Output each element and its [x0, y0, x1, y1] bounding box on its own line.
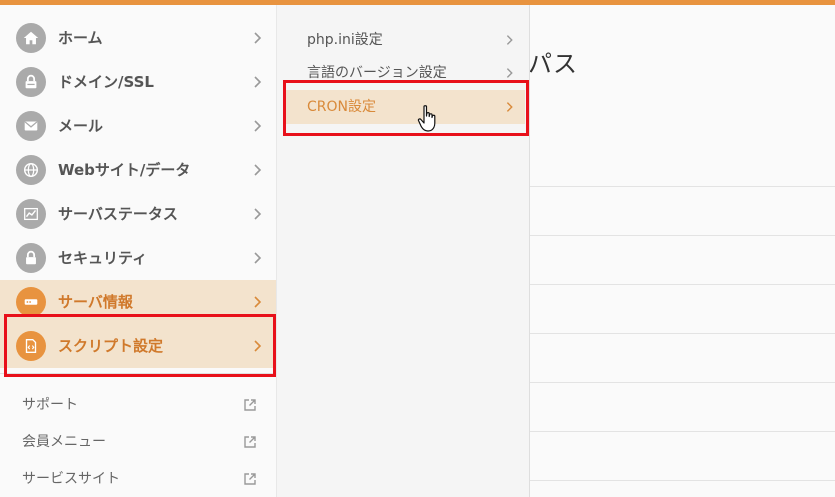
- chevron-right-icon: [254, 164, 262, 176]
- content-row-divider: [530, 333, 835, 334]
- sidebar-item-website-data[interactable]: Webサイト/データ: [0, 148, 276, 192]
- content-row-divider: [530, 431, 835, 432]
- submenu-panel: php.ini設定 言語のバージョン設定 CRON設定: [277, 5, 530, 497]
- hand-cursor-icon: [417, 105, 436, 132]
- content-row-divider: [530, 235, 835, 236]
- sidebar-divider: [0, 373, 276, 374]
- chevron-right-icon: [254, 32, 262, 44]
- content-row-divider: [530, 382, 835, 383]
- sidebar-link-service-site[interactable]: サービスサイト: [0, 461, 276, 497]
- sidebar-item-domain-ssl[interactable]: ドメイン/SSL: [0, 60, 276, 104]
- chevron-right-icon: [254, 340, 262, 352]
- sidebar-item-security[interactable]: セキュリティ: [0, 236, 276, 280]
- sidebar-link-label: 会員メニュー: [22, 434, 106, 450]
- content-row-divider: [530, 186, 835, 187]
- external-link-icon: [244, 473, 256, 485]
- submenu-item-label: 言語のバージョン設定: [307, 65, 447, 81]
- sidebar-item-label: ホーム: [58, 29, 103, 47]
- submenu-item-language-version[interactable]: 言語のバージョン設定: [285, 56, 525, 90]
- chart-icon: [16, 199, 46, 229]
- chevron-right-icon: [506, 68, 513, 78]
- submenu-item-label: CRON設定: [307, 99, 376, 115]
- external-link-icon: [244, 436, 256, 448]
- submenu-item-cron[interactable]: CRON設定: [285, 90, 525, 124]
- sidebar-item-script-settings[interactable]: スクリプト設定: [0, 324, 276, 368]
- chevron-right-icon: [254, 252, 262, 264]
- chevron-right-icon: [254, 208, 262, 220]
- sidebar-item-home[interactable]: ホーム: [0, 16, 276, 60]
- sidebar-item-label: Webサイト/データ: [58, 161, 191, 179]
- padlock-icon: [16, 243, 46, 273]
- chevron-right-icon: [506, 35, 513, 45]
- sidebar-link-support[interactable]: サポート: [0, 387, 276, 423]
- sidebar-item-label: サーバステータス: [58, 205, 178, 223]
- sidebar-item-label: ドメイン/SSL: [58, 73, 154, 91]
- page-title-fragment: パス: [528, 50, 578, 78]
- sidebar-link-label: サービスサイト: [22, 471, 120, 487]
- sidebar-item-mail[interactable]: メール: [0, 104, 276, 148]
- content-row-divider: [530, 284, 835, 285]
- sidebar-link-label: サポート: [22, 397, 78, 413]
- sidebar-item-label: セキュリティ: [58, 249, 148, 267]
- sidebar-item-server-info[interactable]: サーバ情報: [0, 280, 276, 324]
- globe-icon: [16, 155, 46, 185]
- submenu-item-label: php.ini設定: [307, 32, 383, 48]
- content-row-divider: [530, 480, 835, 481]
- sidebar-item-label: スクリプト設定: [58, 337, 164, 355]
- lock-icon: [16, 67, 46, 97]
- chevron-right-icon: [254, 120, 262, 132]
- server-icon: [16, 287, 46, 317]
- external-link-icon: [244, 399, 256, 411]
- chevron-right-icon: [506, 102, 513, 112]
- home-icon: [16, 23, 46, 53]
- sidebar: ホーム ドメイン/SSL メール Webサイト/データ サーバステータス セキュ…: [0, 5, 277, 497]
- sidebar-item-server-status[interactable]: サーバステータス: [0, 192, 276, 236]
- sidebar-item-label: メール: [58, 117, 104, 135]
- sidebar-link-member-menu[interactable]: 会員メニュー: [0, 424, 276, 460]
- chevron-right-icon: [254, 76, 262, 88]
- sidebar-item-label: サーバ情報: [58, 293, 133, 311]
- submenu-item-php-ini[interactable]: php.ini設定: [285, 23, 525, 57]
- script-file-icon: [16, 331, 46, 361]
- chevron-right-icon: [254, 296, 262, 308]
- mail-icon: [16, 111, 46, 141]
